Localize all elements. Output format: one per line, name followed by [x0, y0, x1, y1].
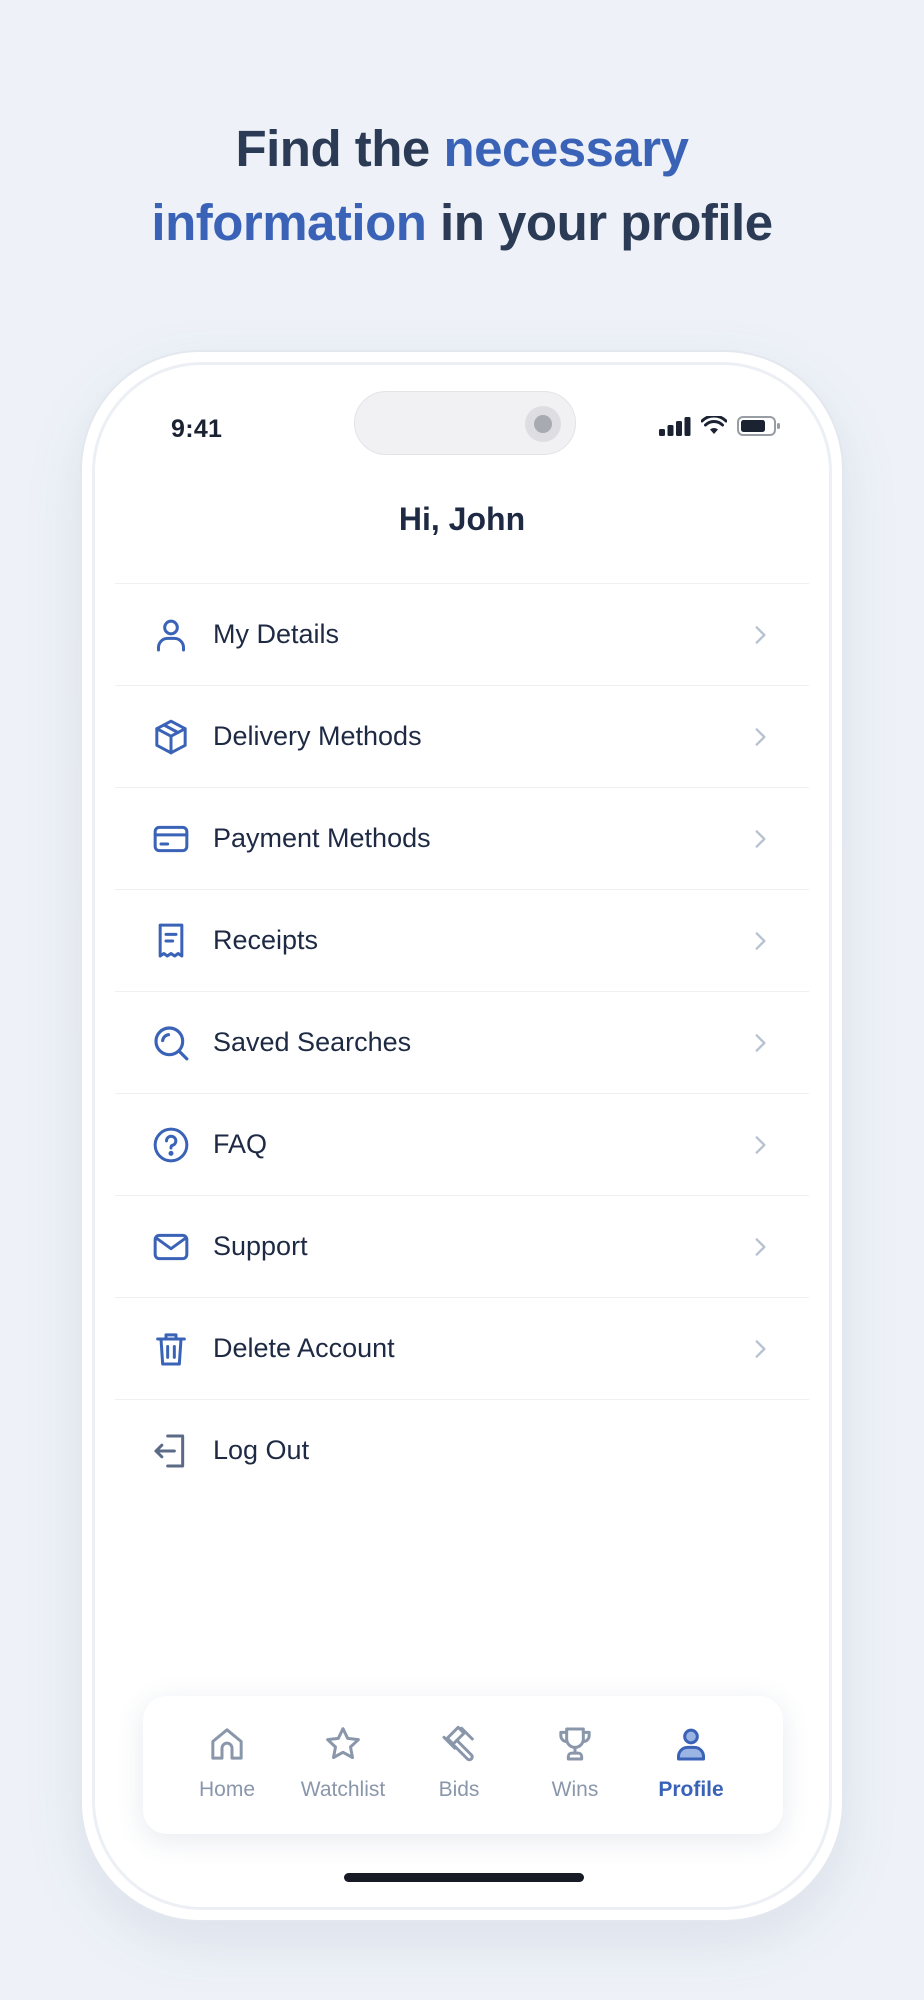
chevron-right-icon [755, 728, 766, 746]
tab-label: Wins [551, 1778, 599, 1801]
tab-profile[interactable]: Profile [633, 1696, 749, 1834]
chevron-right-icon [755, 830, 766, 848]
battery-icon [737, 416, 780, 436]
menu-item-my-details[interactable]: My Details [115, 583, 809, 685]
log-out-icon [154, 1434, 185, 1468]
search-icon [154, 1026, 189, 1061]
headline-text: Find the [235, 120, 444, 177]
menu-item-payment-methods[interactable]: Payment Methods [115, 787, 809, 889]
bottom-tab-bar: Home Watchlist Bids Wins Profile [143, 1696, 783, 1834]
phone-screen: 9:41 Hi, John My Details Delivery Method… [92, 362, 832, 1910]
credit-card-icon [153, 825, 189, 853]
tab-label: Profile [658, 1778, 724, 1801]
headline: Find the necessary information in your p… [0, 112, 924, 260]
menu-item-label: Support [213, 1231, 308, 1261]
camera-icon [525, 406, 561, 442]
phone-side-button [844, 846, 848, 1036]
chevron-right-icon [755, 932, 766, 950]
home-icon [211, 1728, 243, 1760]
menu-item-support[interactable]: Support [115, 1195, 809, 1297]
menu-item-receipts[interactable]: Receipts [115, 889, 809, 991]
status-icons [659, 415, 781, 437]
user-icon [157, 619, 185, 652]
menu-item-delete-account[interactable]: Delete Account [115, 1297, 809, 1399]
headline-line-1: Find the necessary [0, 112, 924, 186]
user-icon [677, 1728, 705, 1761]
headline-line-2: information in your profile [0, 186, 924, 260]
wifi-icon [701, 416, 727, 434]
package-icon [155, 719, 187, 755]
chevron-right-icon [755, 1136, 766, 1154]
menu-item-log-out[interactable]: Log Out [115, 1399, 809, 1501]
menu-item-label: Delivery Methods [213, 721, 422, 751]
profile-menu: My Details Delivery Methods Payment Meth… [115, 583, 809, 1501]
menu-item-label: Log Out [213, 1435, 310, 1465]
chevron-right-icon [755, 1238, 766, 1256]
menu-item-faq[interactable]: FAQ [115, 1093, 809, 1195]
tab-bids[interactable]: Bids [401, 1696, 517, 1834]
menu-item-saved-searches[interactable]: Saved Searches [115, 991, 809, 1093]
phone-side-button [76, 915, 80, 1035]
help-circle-icon [153, 1127, 189, 1163]
menu-item-label: Payment Methods [213, 823, 431, 853]
menu-item-label: Delete Account [213, 1333, 395, 1363]
dynamic-island [354, 391, 576, 455]
tab-label: Home [198, 1778, 256, 1801]
menu-item-delivery-methods[interactable]: Delivery Methods [115, 685, 809, 787]
tab-label: Watchlist [300, 1778, 386, 1801]
phone-side-button [76, 765, 80, 885]
chevron-right-icon [755, 1034, 766, 1052]
gavel-icon [442, 1725, 474, 1762]
phone-side-button [76, 640, 80, 700]
receipt-icon [158, 923, 184, 958]
headline-accent: necessary [443, 120, 689, 177]
menu-item-label: Saved Searches [213, 1027, 412, 1057]
menu-item-label: My Details [213, 619, 340, 649]
tab-home[interactable]: Home [169, 1696, 285, 1834]
tab-watchlist[interactable]: Watchlist [285, 1696, 401, 1834]
headline-text: in your profile [426, 194, 773, 251]
headline-accent: information [151, 194, 427, 251]
star-icon [326, 1727, 360, 1759]
chevron-right-icon [755, 1340, 766, 1358]
tab-label: Bids [438, 1778, 480, 1801]
menu-item-label: Receipts [213, 925, 319, 955]
trophy-icon [559, 1727, 591, 1761]
menu-item-label: FAQ [213, 1129, 268, 1159]
trash-icon [156, 1333, 186, 1366]
home-indicator [344, 1873, 584, 1882]
tab-wins[interactable]: Wins [517, 1696, 633, 1834]
chevron-right-icon [755, 626, 766, 644]
status-time: 9:41 [171, 415, 223, 443]
mail-icon [153, 1233, 189, 1261]
greeting-title: Hi, John [398, 501, 526, 537]
signal-icon [659, 417, 691, 436]
